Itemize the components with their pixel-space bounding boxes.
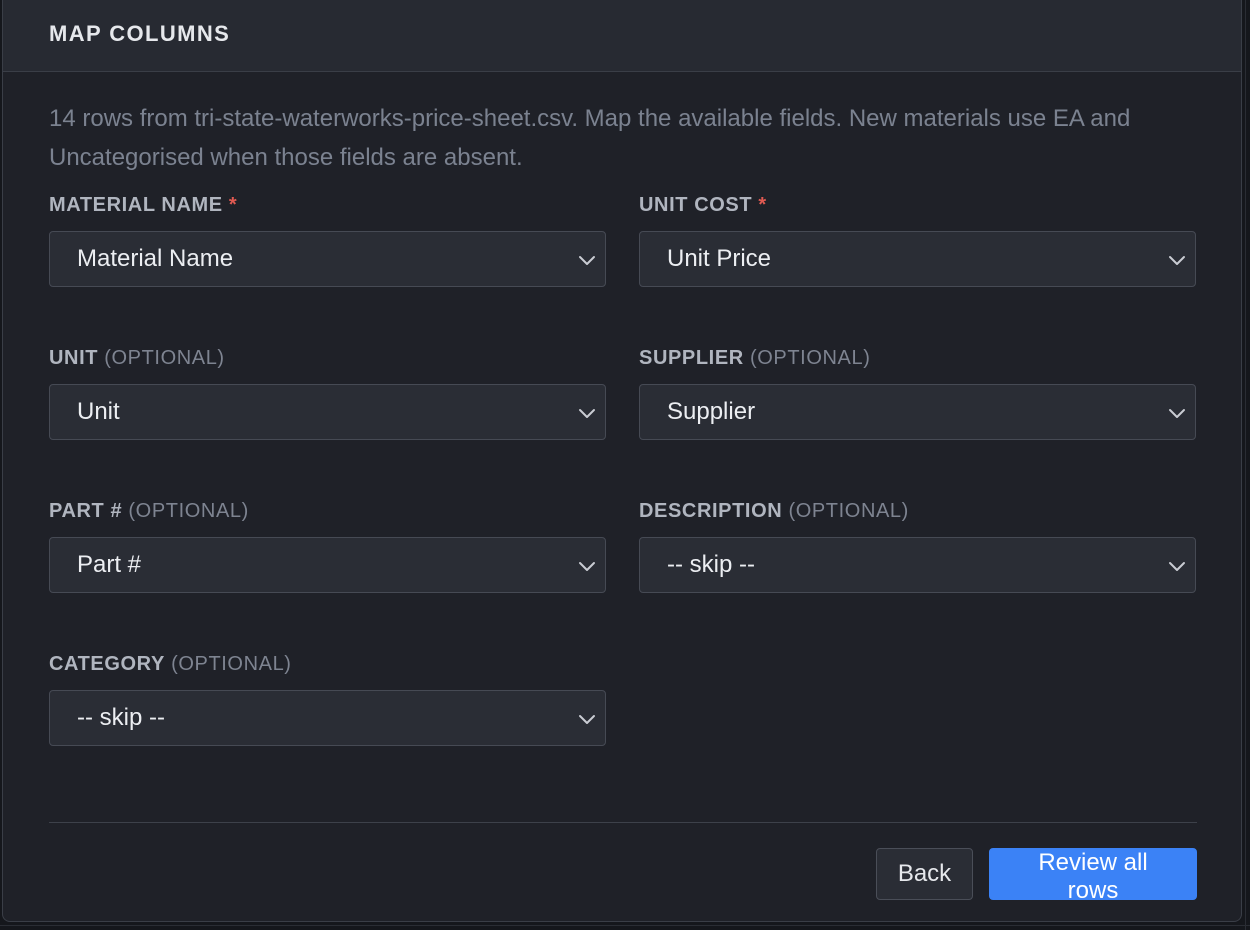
supplier-select[interactable]: Supplier [639, 384, 1196, 440]
modal-header: MAP COLUMNS [3, 0, 1241, 72]
field-description: DESCRIPTION (OPTIONAL) -- skip -- [639, 497, 1196, 650]
part-number-select[interactable]: Part # [49, 537, 606, 593]
field-label: PART # (OPTIONAL) [49, 500, 249, 522]
field-label: SUPPLIER (OPTIONAL) [639, 347, 871, 369]
field-label: CATEGORY (OPTIONAL) [49, 653, 292, 675]
map-columns-modal: MAP COLUMNS 14 rows from tri-state-water… [2, 0, 1242, 922]
footer-actions: Back Review all rows [49, 848, 1197, 904]
select-value: -- skip -- [667, 551, 755, 578]
footer-divider [49, 822, 1197, 823]
select-value: Unit Price [667, 245, 772, 272]
field-label: DESCRIPTION (OPTIONAL) [639, 500, 909, 522]
select-value: Material Name [77, 245, 234, 272]
field-label: UNIT (OPTIONAL) [49, 347, 225, 369]
chevron-down-icon [579, 562, 595, 571]
field-grid: MATERIAL NAME * Material Name UNIT COST … [49, 191, 1196, 803]
unit-cost-select[interactable]: Unit Price [639, 231, 1196, 287]
field-part-number: PART # (OPTIONAL) Part # [49, 497, 606, 650]
chevron-down-icon [579, 715, 595, 724]
optional-tag: (OPTIONAL) [104, 347, 225, 369]
review-all-rows-button[interactable]: Review all rows [989, 848, 1197, 904]
chevron-down-icon [1169, 562, 1185, 571]
modal-title: MAP COLUMNS [49, 21, 231, 46]
chevron-down-icon [1169, 409, 1185, 418]
select-value: -- skip -- [77, 704, 165, 731]
chevron-down-icon [579, 409, 595, 418]
required-mark: * [758, 194, 767, 216]
optional-tag: (OPTIONAL) [171, 653, 292, 675]
field-unit-cost: UNIT COST * Unit Price [639, 191, 1196, 344]
chevron-down-icon [579, 256, 595, 265]
field-label: MATERIAL NAME * [49, 194, 238, 216]
field-material-name: MATERIAL NAME * Material Name [49, 191, 606, 344]
description-select[interactable]: -- skip -- [639, 537, 1196, 593]
modal-body: 14 rows from tri-state-waterworks-price-… [3, 72, 1241, 904]
optional-tag: (OPTIONAL) [750, 347, 871, 369]
field-unit: UNIT (OPTIONAL) Unit [49, 344, 606, 497]
field-category: CATEGORY (OPTIONAL) -- skip -- [49, 650, 606, 803]
select-value: Part # [77, 551, 142, 578]
select-value: Supplier [667, 398, 756, 425]
chevron-down-icon [1169, 256, 1185, 265]
select-value: Unit [77, 398, 120, 425]
material-name-select[interactable]: Material Name [49, 231, 606, 287]
unit-select[interactable]: Unit [49, 384, 606, 440]
back-button[interactable]: Back [876, 848, 973, 900]
optional-tag: (OPTIONAL) [788, 500, 909, 522]
field-supplier: SUPPLIER (OPTIONAL) Supplier [639, 344, 1196, 497]
optional-tag: (OPTIONAL) [128, 500, 249, 522]
category-select[interactable]: -- skip -- [49, 690, 606, 746]
required-mark: * [228, 194, 238, 216]
intro-text: 14 rows from tri-state-waterworks-price-… [49, 105, 1131, 171]
field-label: UNIT COST * [639, 194, 767, 216]
